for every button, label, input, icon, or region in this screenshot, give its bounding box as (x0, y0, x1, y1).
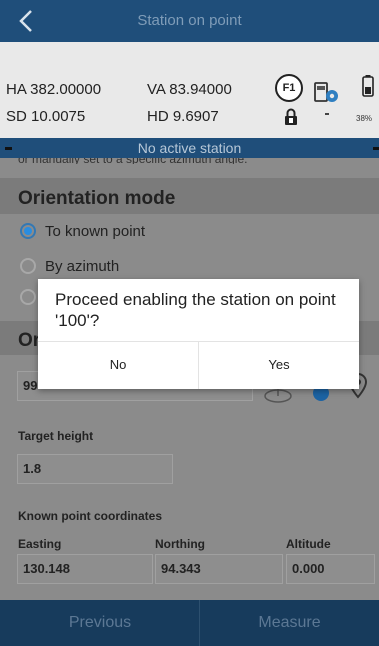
radio-azimuth-label[interactable]: By azimuth (45, 258, 119, 275)
northing-label: Northing (155, 537, 205, 551)
station-status-text: No active station (137, 140, 242, 156)
ha-value: HA 382.00000 (6, 81, 102, 98)
radio-known-point-label[interactable]: To known point (45, 223, 145, 240)
altitude-label: Altitude (286, 537, 331, 551)
hd-value: HD 9.6907 (147, 108, 219, 125)
measure-button[interactable]: Measure (200, 600, 379, 646)
truncated-hint-text: or manually set to a specific azimuth an… (18, 158, 247, 164)
battery-icon (362, 75, 374, 97)
radio-azimuth[interactable] (20, 258, 36, 274)
radio-option-3[interactable] (20, 289, 36, 305)
dialog-message: Proceed enabling the station on point '1… (55, 290, 336, 330)
orientation-mode-title: Orientation mode (18, 188, 176, 209)
orientation-point-title: Or (18, 330, 41, 351)
target-height-input[interactable]: 1.8 (17, 454, 173, 484)
easting-label: Easting (18, 537, 62, 551)
lock-icon[interactable] (283, 108, 299, 126)
confirm-dialog: Proceed enabling the station on point '1… (38, 279, 359, 389)
app-header: Station on point (0, 0, 379, 42)
va-value: VA 83.94000 (147, 81, 232, 98)
banner-right-mark (373, 147, 379, 150)
menu-indicator (325, 113, 329, 115)
sd-value: SD 10.0075 (6, 108, 86, 125)
easting-input[interactable]: 130.148 (17, 554, 153, 584)
previous-button[interactable]: Previous (0, 600, 200, 646)
target-height-label: Target height (18, 429, 94, 443)
known-point-label: Known point coordinates (18, 509, 162, 523)
bottom-action-bar: Previous Measure (0, 600, 379, 646)
battery-percent: 38% (356, 114, 373, 123)
northing-input[interactable]: 94.343 (155, 554, 283, 584)
radio-known-point[interactable] (20, 223, 36, 239)
instrument-settings-icon[interactable] (313, 80, 341, 108)
banner-left-mark (5, 147, 12, 150)
altitude-input[interactable]: 0.000 (286, 554, 375, 584)
yes-button[interactable]: Yes (199, 341, 359, 389)
station-status-banner: No active station (0, 138, 379, 158)
no-button[interactable]: No (38, 341, 198, 389)
page-title: Station on point (137, 12, 242, 29)
f1-button[interactable]: F1 (275, 74, 303, 102)
